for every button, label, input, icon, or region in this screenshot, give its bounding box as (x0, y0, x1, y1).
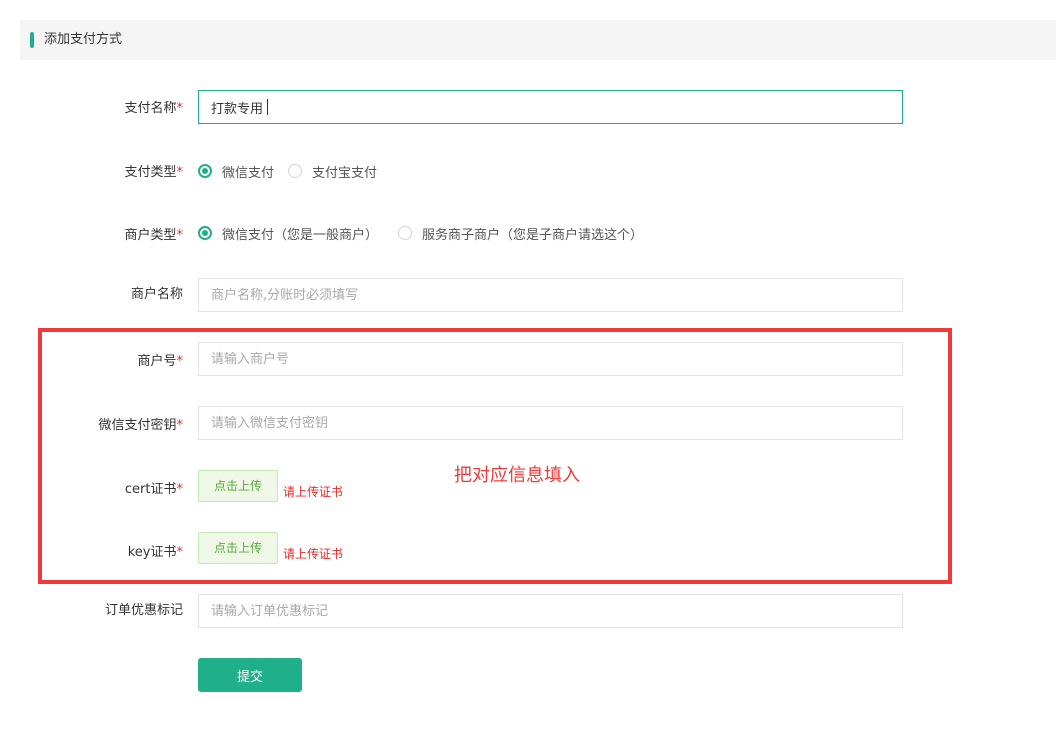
section-title: 添加支付方式 (44, 32, 123, 47)
pay-name-label-text: 支付名称 (124, 101, 177, 116)
pay-name-input[interactable] (198, 90, 903, 124)
radio-checked-icon (198, 226, 212, 240)
merchant-type-radio-group: 微信支付（您是一般商户） 服务商子商户（您是子商户请选这个） (198, 223, 657, 243)
order-tag-label-text: 订单优惠标记 (104, 603, 183, 618)
merchant-type-radio-general[interactable]: 微信支付（您是一般商户） (198, 224, 378, 243)
pay-type-radio-alipay[interactable]: 支付宝支付 (288, 162, 377, 181)
pay-type-radio-group: 微信支付 支付宝支付 (198, 161, 391, 181)
submit-button[interactable]: 提交 (198, 658, 302, 692)
order-tag-input[interactable] (198, 594, 903, 628)
add-payment-method-page: 添加支付方式 支付名称* 支付类型* 微信支付 支付宝支付 商户类型* 微信支付… (0, 0, 1056, 735)
required-mark: * (176, 101, 184, 116)
required-mark: * (176, 228, 184, 243)
radio-label: 微信支付 (222, 165, 275, 181)
merchant-type-label: 商户类型* (0, 226, 183, 246)
radio-checked-icon (198, 164, 212, 178)
radio-label: 服务商子商户（您是子商户请选这个） (422, 227, 644, 243)
annotation-highlight-box (38, 328, 952, 584)
merchant-type-radio-sub-merchant[interactable]: 服务商子商户（您是子商户请选这个） (398, 224, 643, 243)
radio-label: 支付宝支付 (312, 165, 378, 181)
pay-type-radio-wechat[interactable]: 微信支付 (198, 162, 274, 181)
merchant-name-label: 商户名称 (0, 285, 183, 305)
radio-unchecked-icon (398, 226, 413, 240)
pay-type-label: 支付类型* (0, 163, 183, 183)
section-header: 添加支付方式 (20, 20, 1056, 60)
section-accent-bar (30, 32, 34, 48)
radio-unchecked-icon (288, 164, 303, 178)
merchant-name-label-text: 商户名称 (130, 287, 183, 302)
pay-name-label: 支付名称* (0, 99, 183, 119)
merchant-type-label-text: 商户类型 (124, 228, 177, 243)
annotation-text: 把对应信息填入 (454, 465, 580, 486)
pay-type-label-text: 支付类型 (124, 165, 177, 180)
radio-label: 微信支付（您是一般商户） (222, 227, 379, 243)
merchant-name-input[interactable] (198, 278, 903, 312)
order-tag-label: 订单优惠标记 (0, 601, 183, 621)
required-mark: * (176, 165, 184, 180)
text-caret (267, 99, 268, 115)
